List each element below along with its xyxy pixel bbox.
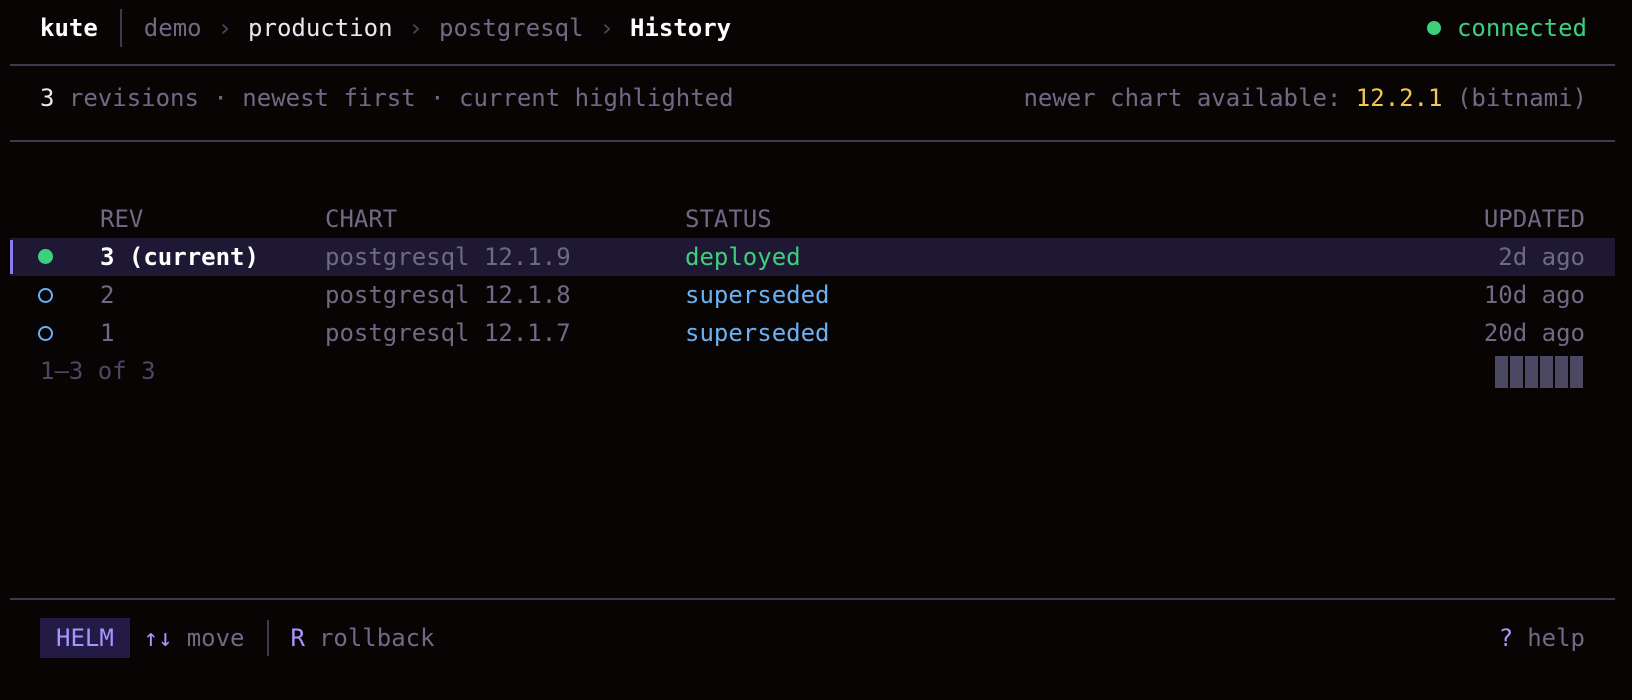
status-badge: superseded (685, 319, 830, 347)
updated-time: 2d ago (1498, 243, 1585, 271)
table-row[interactable]: 1 postgresql 12.1.7 superseded 20d ago (10, 314, 1615, 352)
pagination-label: 1–3 of 3 (40, 357, 156, 385)
column-header-rev: REV (100, 205, 144, 233)
table-row[interactable]: 3 (current) postgresql 12.1.9 deployed 2… (10, 238, 1615, 276)
help-hint[interactable]: ? help (1499, 618, 1585, 658)
selection-indicator (10, 240, 13, 274)
footer-bar: HELM ↑↓ move R rollback ? help (10, 598, 1615, 680)
connection-status-label: connected (1456, 14, 1587, 42)
revision-count: 3 (40, 84, 55, 112)
table-header: REV CHART STATUS UPDATED (10, 200, 1615, 238)
column-header-updated: UPDATED (1483, 205, 1585, 233)
breadcrumb-demo[interactable]: demo (144, 14, 202, 42)
newer-chart-repo: (bitnami) (1442, 84, 1587, 112)
updated-time: 20d ago (1483, 319, 1585, 347)
status-badge: deployed (685, 243, 801, 271)
revision-number: 2 (100, 281, 115, 309)
arrow-keys-icon: ↑↓ (143, 624, 173, 652)
move-hint: move (186, 624, 245, 652)
rollback-key[interactable]: R (291, 624, 305, 652)
chevron-right-icon: › (217, 14, 233, 42)
rollback-hint[interactable]: rollback (319, 624, 435, 652)
chart-version: postgresql 12.1.8 (325, 281, 571, 309)
status-badge: superseded (685, 281, 830, 309)
revision-summary-text: revisions · newest first · current highl… (54, 84, 734, 112)
app-name: kute (40, 14, 98, 42)
divider (266, 620, 269, 656)
chart-version: postgresql 12.1.7 (325, 319, 571, 347)
top-bar: kute demo › production › postgresql › Hi… (10, 0, 1615, 66)
connection-status: connected (1426, 10, 1587, 46)
revision-number: 1 (100, 319, 115, 347)
summary-bar: 3 revisions · newest first · current hig… (10, 66, 1615, 142)
pagination: 1–3 of 3 (10, 352, 1615, 390)
keybinding-hints: HELM ↑↓ move R rollback (40, 618, 435, 658)
column-header-chart: CHART (325, 205, 398, 233)
chevron-right-icon: › (599, 14, 614, 42)
mode-badge: HELM (40, 618, 130, 658)
updated-time: 10d ago (1483, 281, 1585, 309)
newer-chart-label: newer chart available: (1023, 84, 1356, 112)
status-dot-icon (1426, 21, 1441, 35)
help-key[interactable]: ? (1499, 624, 1513, 652)
table-row[interactable]: 2 postgresql 12.1.8 superseded 10d ago (10, 276, 1615, 314)
newer-chart-notice: newer chart available: 12.2.1 (bitnami) (1023, 84, 1587, 112)
breadcrumb: kute demo › production › postgresql › Hi… (40, 9, 732, 47)
revision-number: 3 (current) (100, 243, 259, 271)
help-label[interactable]: help (1527, 624, 1585, 652)
revision-summary: 3 revisions · newest first · current hig… (40, 84, 734, 112)
divider (119, 9, 122, 47)
newer-chart-version: 12.2.1 (1355, 84, 1443, 112)
column-header-status: STATUS (685, 205, 772, 233)
breadcrumb-history: History (629, 14, 732, 42)
chevron-right-icon: › (408, 14, 423, 42)
history-table: REV CHART STATUS UPDATED 3 (current) pos… (10, 200, 1615, 390)
breadcrumb-production[interactable]: production (248, 14, 393, 42)
scrollbar[interactable] (1495, 356, 1585, 388)
chart-version: postgresql 12.1.9 (325, 243, 571, 271)
breadcrumb-postgresql[interactable]: postgresql (439, 14, 584, 42)
